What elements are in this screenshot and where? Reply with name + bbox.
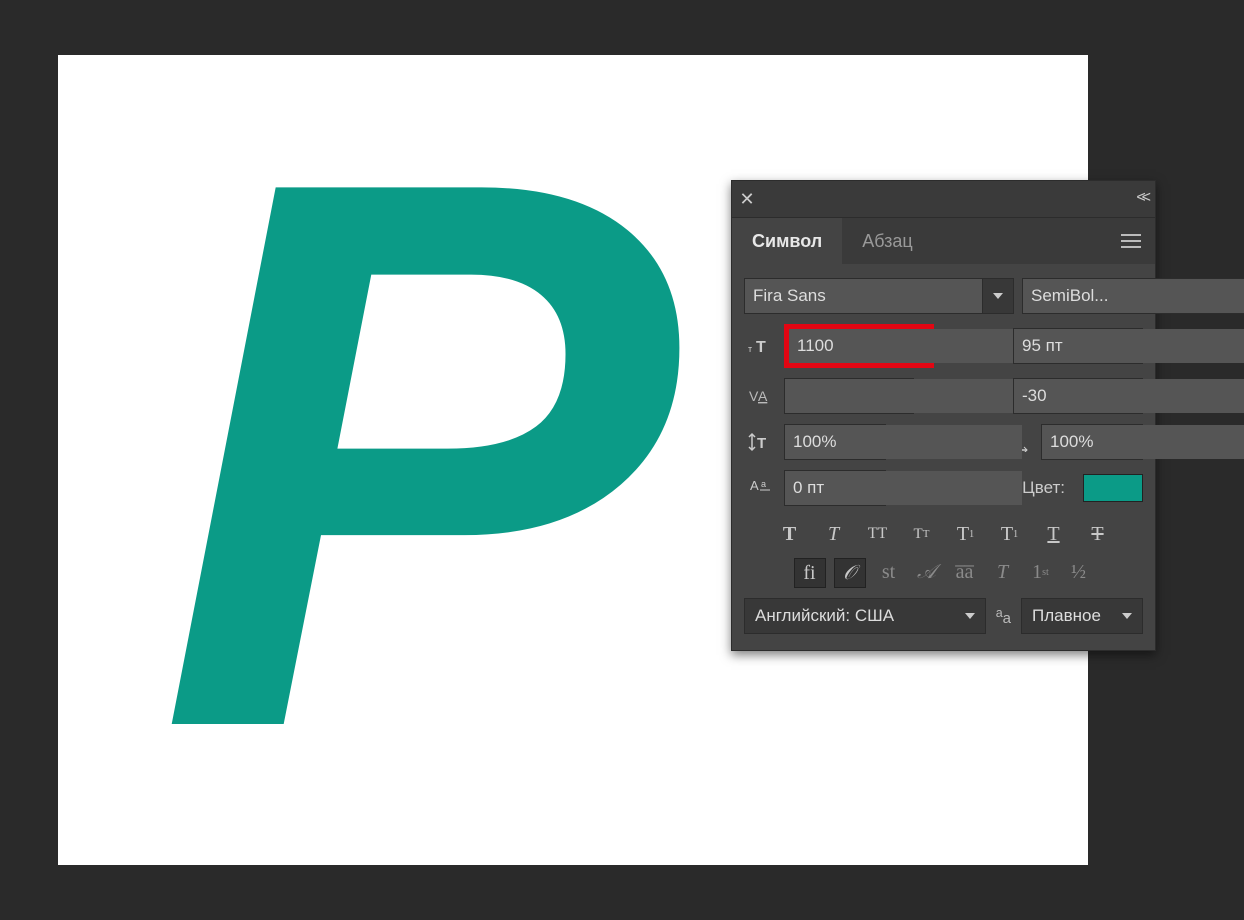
- baseline-shift-icon: Aa: [744, 478, 776, 498]
- italic-button[interactable]: T: [819, 520, 849, 548]
- font-size-input[interactable]: [789, 329, 1026, 363]
- allcaps-button[interactable]: TT: [863, 520, 893, 548]
- language-dropdown[interactable]: [955, 599, 985, 633]
- opentype-row: fi 𝒪 st 𝒜 a̅a̅ T 1st ½: [744, 558, 1143, 588]
- leading-field[interactable]: [1013, 328, 1143, 364]
- svg-text:A: A: [758, 388, 768, 404]
- baseline-shift-field[interactable]: [784, 470, 886, 506]
- bold-button[interactable]: T: [775, 520, 805, 548]
- close-icon[interactable]: ✕: [732, 189, 762, 210]
- canvas-letter-p: P: [158, 135, 655, 775]
- svg-text:T: T: [756, 339, 766, 356]
- antialias-value: Плавное: [1022, 606, 1112, 626]
- svg-text:т: т: [748, 344, 752, 354]
- menu-icon: [1121, 240, 1141, 242]
- panel-body: тT AA VA: [732, 264, 1155, 650]
- font-size-field[interactable]: [784, 324, 934, 368]
- discretionary-lig-button[interactable]: st: [874, 558, 904, 586]
- tab-paragraph[interactable]: Абзац: [842, 218, 933, 264]
- smallcaps-button[interactable]: TT: [907, 520, 937, 548]
- baseline-shift-input[interactable]: [785, 471, 1022, 505]
- horizontal-scale-input[interactable]: [1042, 425, 1244, 459]
- vertical-scale-field[interactable]: [784, 424, 886, 460]
- antialias-icon: aa: [996, 606, 1011, 627]
- ligatures-button[interactable]: fi: [794, 558, 826, 588]
- vertical-scale-icon: T: [744, 432, 776, 452]
- type-style-row: T T TT TT T1 T1 T T: [744, 520, 1143, 548]
- svg-text:A: A: [750, 478, 759, 493]
- tracking-field[interactable]: [1013, 378, 1143, 414]
- horizontal-scale-field[interactable]: [1041, 424, 1143, 460]
- font-size-icon: тT: [744, 336, 776, 356]
- collapse-icon[interactable]: <<: [1136, 189, 1147, 207]
- character-panel: ✕ << Символ Абзац тT: [731, 180, 1156, 651]
- font-family-dropdown[interactable]: [982, 279, 1013, 313]
- chevron-down-icon: [993, 293, 1003, 299]
- chevron-down-icon: [965, 613, 975, 619]
- stylistic-alt-button[interactable]: a̅a̅: [950, 558, 980, 586]
- panel-menu-button[interactable]: [1107, 218, 1155, 264]
- antialias-dropdown[interactable]: [1112, 599, 1142, 633]
- chevron-down-icon: [1122, 613, 1132, 619]
- underline-button[interactable]: T: [1039, 520, 1069, 548]
- kerning-field[interactable]: [784, 378, 914, 414]
- subscript-button[interactable]: T1: [995, 520, 1025, 548]
- ordinals-button[interactable]: 1st: [1026, 558, 1056, 586]
- language-value: Английский: США: [745, 606, 955, 626]
- antialias-field[interactable]: Плавное: [1021, 598, 1143, 634]
- svg-text:T: T: [757, 435, 766, 452]
- contextual-alt-button[interactable]: 𝒪: [834, 558, 866, 588]
- language-field[interactable]: Английский: США: [744, 598, 986, 634]
- font-family-field[interactable]: [744, 278, 1014, 314]
- titling-alt-button[interactable]: T: [988, 558, 1018, 586]
- svg-text:a: a: [761, 479, 766, 489]
- kerning-input[interactable]: [785, 379, 1022, 413]
- color-swatch[interactable]: [1083, 474, 1143, 502]
- kerning-icon: VA: [744, 386, 776, 406]
- leading-input[interactable]: [1014, 329, 1244, 363]
- tracking-input[interactable]: [1014, 379, 1244, 413]
- color-label: Цвет:: [1022, 478, 1065, 498]
- tab-character[interactable]: Символ: [732, 218, 842, 264]
- font-style-input[interactable]: [1023, 279, 1244, 313]
- superscript-button[interactable]: T1: [951, 520, 981, 548]
- panel-header: ✕ <<: [732, 181, 1155, 218]
- swash-button[interactable]: 𝒜: [912, 558, 942, 586]
- strikethrough-button[interactable]: T: [1083, 520, 1113, 548]
- font-style-field[interactable]: [1022, 278, 1244, 314]
- font-family-input[interactable]: [745, 279, 982, 313]
- panel-tabs: Символ Абзац: [732, 218, 1155, 264]
- vertical-scale-input[interactable]: [785, 425, 1022, 459]
- fractions-button[interactable]: ½: [1064, 558, 1094, 586]
